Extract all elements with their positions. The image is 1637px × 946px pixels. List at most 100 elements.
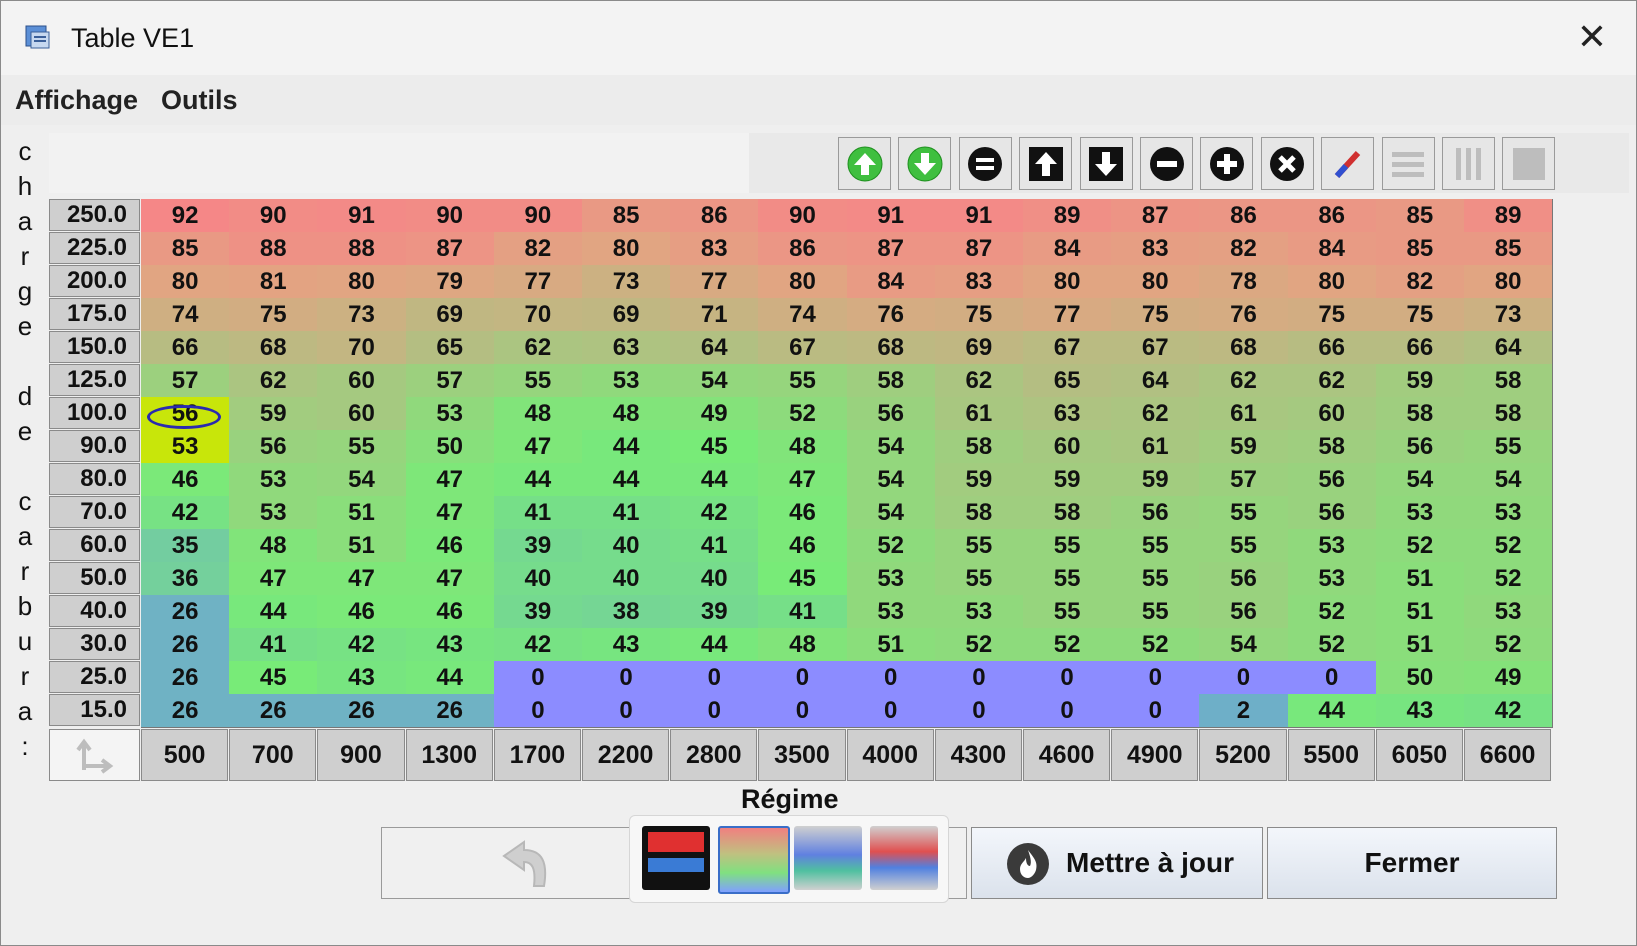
table-cell[interactable]: 55 — [317, 430, 407, 464]
table-cell[interactable]: 54 — [1375, 463, 1465, 497]
table-cell[interactable]: 59 — [1375, 364, 1465, 398]
table-cell[interactable]: 56 — [1375, 430, 1465, 464]
table-cell[interactable]: 46 — [405, 595, 495, 629]
table-cell[interactable]: 54 — [846, 463, 936, 497]
table-cell[interactable]: 55 — [1111, 562, 1201, 596]
table-cell[interactable]: 55 — [493, 364, 583, 398]
table-cell[interactable]: 0 — [1111, 661, 1201, 695]
table-cell[interactable]: 43 — [1375, 694, 1465, 728]
table-cell[interactable]: 46 — [141, 463, 231, 497]
table-cell[interactable]: 41 — [670, 529, 760, 563]
table-cell[interactable]: 42 — [493, 628, 583, 662]
table-cell[interactable]: 43 — [405, 628, 495, 662]
table-cell[interactable]: 85 — [141, 232, 231, 266]
table-cell[interactable]: 62 — [1111, 397, 1201, 431]
table-cell[interactable]: 64 — [670, 331, 760, 365]
table-cell[interactable]: 52 — [846, 529, 936, 563]
table-cell[interactable]: 77 — [1023, 298, 1113, 332]
table-cell[interactable]: 53 — [1464, 496, 1554, 530]
table-cell[interactable]: 0 — [934, 694, 1024, 728]
table-cell[interactable]: 64 — [1111, 364, 1201, 398]
table-cell[interactable]: 44 — [582, 430, 672, 464]
table-cell[interactable]: 41 — [758, 595, 848, 629]
table-cell[interactable]: 60 — [317, 397, 407, 431]
table-cell[interactable]: 85 — [1464, 232, 1554, 266]
table-cell[interactable]: 61 — [1199, 397, 1289, 431]
table-cell[interactable]: 56 — [1111, 496, 1201, 530]
table-cell[interactable]: 77 — [493, 265, 583, 299]
table-cell[interactable]: 51 — [1375, 628, 1465, 662]
table-cell[interactable]: 67 — [1023, 331, 1113, 365]
table-cell[interactable]: 58 — [934, 496, 1024, 530]
table-cell[interactable]: 42 — [317, 628, 407, 662]
table-cell[interactable]: 89 — [1464, 199, 1554, 233]
table-cell[interactable]: 0 — [1111, 694, 1201, 728]
table-cell[interactable]: 66 — [141, 331, 231, 365]
table-cell[interactable]: 0 — [1023, 694, 1113, 728]
table-cell[interactable]: 54 — [846, 496, 936, 530]
table-cell[interactable]: 69 — [934, 331, 1024, 365]
table-cell[interactable]: 43 — [317, 661, 407, 695]
table-cell[interactable]: 36 — [141, 562, 231, 596]
table-cell[interactable]: 40 — [670, 562, 760, 596]
table-cell[interactable]: 38 — [582, 595, 672, 629]
table-cell[interactable]: 85 — [1375, 199, 1465, 233]
table-cell[interactable]: 55 — [1199, 496, 1289, 530]
table-cell[interactable]: 0 — [934, 661, 1024, 695]
table-cell[interactable]: 86 — [758, 232, 848, 266]
table-cell[interactable]: 52 — [1464, 562, 1554, 596]
table-cell[interactable]: 53 — [846, 562, 936, 596]
update-button[interactable]: Mettre à jour — [971, 827, 1263, 899]
table-cell[interactable]: 86 — [1199, 199, 1289, 233]
table-cell[interactable]: 41 — [229, 628, 319, 662]
table-cell[interactable]: 52 — [1464, 628, 1554, 662]
table-cell[interactable]: 51 — [317, 496, 407, 530]
table-cell[interactable]: 75 — [1287, 298, 1377, 332]
table-cell[interactable]: 48 — [582, 397, 672, 431]
table-cell[interactable]: 26 — [141, 628, 231, 662]
table-cell[interactable]: 0 — [582, 694, 672, 728]
table-cell[interactable]: 45 — [758, 562, 848, 596]
table-cell[interactable]: 56 — [229, 430, 319, 464]
table-cell[interactable]: 58 — [846, 364, 936, 398]
table-cell[interactable]: 88 — [317, 232, 407, 266]
table-cell[interactable]: 0 — [670, 694, 760, 728]
table-cell[interactable]: 44 — [582, 463, 672, 497]
table-cell[interactable]: 62 — [1199, 364, 1289, 398]
pencil-button[interactable] — [1321, 137, 1375, 190]
table-cell[interactable]: 63 — [582, 331, 672, 365]
table-cell[interactable]: 47 — [317, 562, 407, 596]
arrow-down-button[interactable] — [1079, 137, 1133, 190]
table-cell[interactable]: 76 — [1199, 298, 1289, 332]
table-cell[interactable]: 65 — [405, 331, 495, 365]
table-cell[interactable]: 45 — [229, 661, 319, 695]
table-cell[interactable]: 55 — [1111, 529, 1201, 563]
table-cell[interactable]: 44 — [670, 463, 760, 497]
minus-button[interactable] — [1140, 137, 1193, 190]
table-cell[interactable]: 40 — [493, 562, 583, 596]
table-cell[interactable]: 53 — [934, 595, 1024, 629]
table-cell[interactable]: 41 — [493, 496, 583, 530]
table-cell[interactable]: 58 — [1287, 430, 1377, 464]
table-cell[interactable]: 66 — [1375, 331, 1465, 365]
table-cell[interactable]: 87 — [1111, 199, 1201, 233]
table-cell[interactable]: 0 — [758, 694, 848, 728]
thumbnail-table[interactable] — [718, 826, 790, 894]
table-cell[interactable]: 40 — [582, 562, 672, 596]
table-cell[interactable]: 90 — [493, 199, 583, 233]
table-cell[interactable]: 54 — [317, 463, 407, 497]
table-cell[interactable]: 48 — [229, 529, 319, 563]
clear-button[interactable] — [1260, 137, 1314, 190]
table-cell[interactable]: 62 — [1287, 364, 1377, 398]
table-cell[interactable]: 52 — [934, 628, 1024, 662]
table-cell[interactable]: 44 — [493, 463, 583, 497]
table-cell[interactable]: 26 — [317, 694, 407, 728]
table-cell[interactable]: 84 — [1287, 232, 1377, 266]
table-cell[interactable]: 80 — [317, 265, 407, 299]
table-cell[interactable]: 62 — [229, 364, 319, 398]
table-cell[interactable]: 44 — [229, 595, 319, 629]
table-cell[interactable]: 91 — [934, 199, 1024, 233]
table-cell[interactable]: 51 — [317, 529, 407, 563]
table-cell[interactable]: 58 — [1464, 364, 1554, 398]
table-cell[interactable]: 46 — [317, 595, 407, 629]
